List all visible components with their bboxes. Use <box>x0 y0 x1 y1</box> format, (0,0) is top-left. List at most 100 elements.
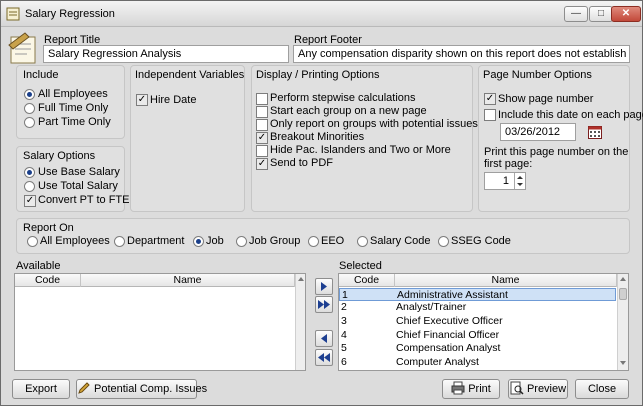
app-icon <box>6 7 20 21</box>
include-full-time-radio[interactable] <box>24 103 35 114</box>
display-options-group: Display / Printing Options Perform stepw… <box>251 65 478 212</box>
spin-arrows-icon <box>517 176 523 186</box>
minimize-button[interactable]: — <box>564 6 588 22</box>
show-page-number-checkbox[interactable]: ✓ <box>484 93 496 105</box>
potential-issues-button[interactable]: Potential Comp. Issues <box>76 379 207 399</box>
include-title: Include <box>23 69 59 81</box>
display-options-title: Display / Printing Options <box>256 69 380 81</box>
start-page-input[interactable]: 1 <box>484 172 526 190</box>
row-code: 5 <box>341 342 347 354</box>
table-row[interactable]: 5 Compensation Analyst <box>339 342 616 355</box>
table-row[interactable]: 2 Analyst/Trainer <box>339 301 616 314</box>
include-date-label: Include this date on each page <box>498 109 643 121</box>
report-on-eeo-radio[interactable] <box>308 236 319 247</box>
hire-date-checkbox[interactable]: ✓ <box>136 94 148 106</box>
print-page-number-label: Print this page number on the <box>484 146 629 158</box>
report-footer-input[interactable]: Any compensation disparity shown on this… <box>293 45 630 63</box>
report-on-salary-code-radio[interactable] <box>357 236 368 247</box>
convert-pt-checkbox[interactable]: ✓ <box>24 195 36 207</box>
scroll-up-icon[interactable] <box>618 274 628 284</box>
selected-name-header[interactable]: Name <box>395 274 617 287</box>
page-spinner[interactable] <box>514 173 525 189</box>
add-one-button[interactable] <box>315 278 333 295</box>
breakout-minorities-checkbox[interactable]: ✓ <box>256 132 268 144</box>
print-label: Print <box>468 383 491 395</box>
report-on-department-label: Department <box>127 235 185 247</box>
report-on-job-radio[interactable] <box>193 236 204 247</box>
selected-row[interactable]: 1 Administrative Assistant <box>339 288 616 301</box>
page-number-title: Page Number Options <box>483 69 592 81</box>
start-page-value: 1 <box>502 175 509 187</box>
report-on-department-radio[interactable] <box>114 236 125 247</box>
salary-options-group: Salary Options Use Base Salary Use Total… <box>16 146 130 212</box>
scroll-down-icon[interactable] <box>618 358 628 368</box>
available-code-header[interactable]: Code <box>15 274 81 287</box>
print-button[interactable]: Print <box>442 379 500 399</box>
potential-issues-label: Only report on groups with potential iss… <box>270 118 478 130</box>
stepwise-checkbox[interactable] <box>256 93 268 105</box>
report-on-all-label: All Employees <box>40 235 110 247</box>
calendar-icon[interactable] <box>588 125 602 139</box>
include-all-radio[interactable] <box>24 89 35 100</box>
double-arrow-right-icon <box>318 300 330 309</box>
selected-scrollbar[interactable] <box>617 274 628 370</box>
include-part-time-radio[interactable] <box>24 117 35 128</box>
potential-issues-label: Potential Comp. Issues <box>94 383 208 395</box>
include-date-checkbox[interactable] <box>484 109 496 121</box>
remove-all-button[interactable] <box>315 349 333 366</box>
arrow-left-icon <box>321 334 327 343</box>
hide-pac-islanders-checkbox[interactable] <box>256 145 268 157</box>
report-icon <box>8 32 36 64</box>
close-button[interactable]: Close <box>575 379 629 399</box>
table-row[interactable]: 6 Computer Analyst <box>339 356 616 369</box>
selected-grid-header: Code Name <box>339 274 617 287</box>
scroll-up-icon[interactable] <box>296 274 306 284</box>
convert-pt-label: Convert PT to FTE <box>38 194 130 206</box>
use-total-salary-radio[interactable] <box>24 181 35 192</box>
salary-options-title: Salary Options <box>23 150 96 162</box>
send-to-pdf-checkbox[interactable]: ✓ <box>256 158 268 170</box>
send-to-pdf-label: Send to PDF <box>270 157 333 169</box>
report-on-eeo-label: EEO <box>321 235 345 247</box>
selected-label: Selected <box>339 260 382 272</box>
report-on-sseg-code-radio[interactable] <box>438 236 449 247</box>
maximize-button[interactable]: □ <box>589 6 613 22</box>
hide-pac-islanders-label: Hide Pac. Islanders and Two or More <box>270 144 451 156</box>
available-grid[interactable]: Code Name <box>14 273 306 371</box>
preview-icon <box>510 381 524 395</box>
date-input[interactable]: 03/26/2012 <box>500 123 576 141</box>
arrow-right-icon <box>321 282 327 291</box>
available-scrollbar[interactable] <box>295 274 306 370</box>
window-title: Salary Regression <box>25 8 115 20</box>
salary-regression-window: Salary Regression — □ ✕ Report Title Sal… <box>0 0 643 406</box>
row-code: 6 <box>341 356 347 368</box>
add-all-button[interactable] <box>315 296 333 313</box>
report-on-salary-code-label: Salary Code <box>370 235 431 247</box>
printer-icon <box>451 381 465 395</box>
potential-issues-checkbox[interactable] <box>256 119 268 131</box>
report-on-all-radio[interactable] <box>27 236 38 247</box>
report-on-group: Report On All Employees Department Job J… <box>16 218 630 254</box>
scroll-thumb[interactable] <box>619 288 627 300</box>
available-label: Available <box>16 260 61 272</box>
selected-grid[interactable]: Code Name 1 Administrative Assistant 2 A… <box>338 273 629 371</box>
report-on-sseg-code-label: SSEG Code <box>451 235 511 247</box>
preview-button[interactable]: Preview <box>508 379 568 399</box>
export-button[interactable]: Export <box>12 379 70 399</box>
double-arrow-left-icon <box>318 353 330 362</box>
selected-code-header[interactable]: Code <box>339 274 395 287</box>
use-base-salary-label: Use Base Salary <box>38 166 120 178</box>
table-row[interactable]: 4 Chief Financial Officer <box>339 329 616 342</box>
report-on-job-group-radio[interactable] <box>236 236 247 247</box>
available-grid-header: Code Name <box>15 274 295 287</box>
close-window-button[interactable]: ✕ <box>611 6 641 22</box>
table-row[interactable]: 3 Chief Executive Officer <box>339 315 616 328</box>
preview-label: Preview <box>526 383 567 395</box>
maximize-icon: □ <box>597 8 605 19</box>
remove-one-button[interactable] <box>315 330 333 347</box>
row-name: Analyst/Trainer <box>396 301 467 313</box>
new-page-checkbox[interactable] <box>256 106 268 118</box>
report-title-input[interactable]: Salary Regression Analysis <box>43 45 289 63</box>
use-base-salary-radio[interactable] <box>24 167 35 178</box>
available-name-header[interactable]: Name <box>81 274 295 287</box>
